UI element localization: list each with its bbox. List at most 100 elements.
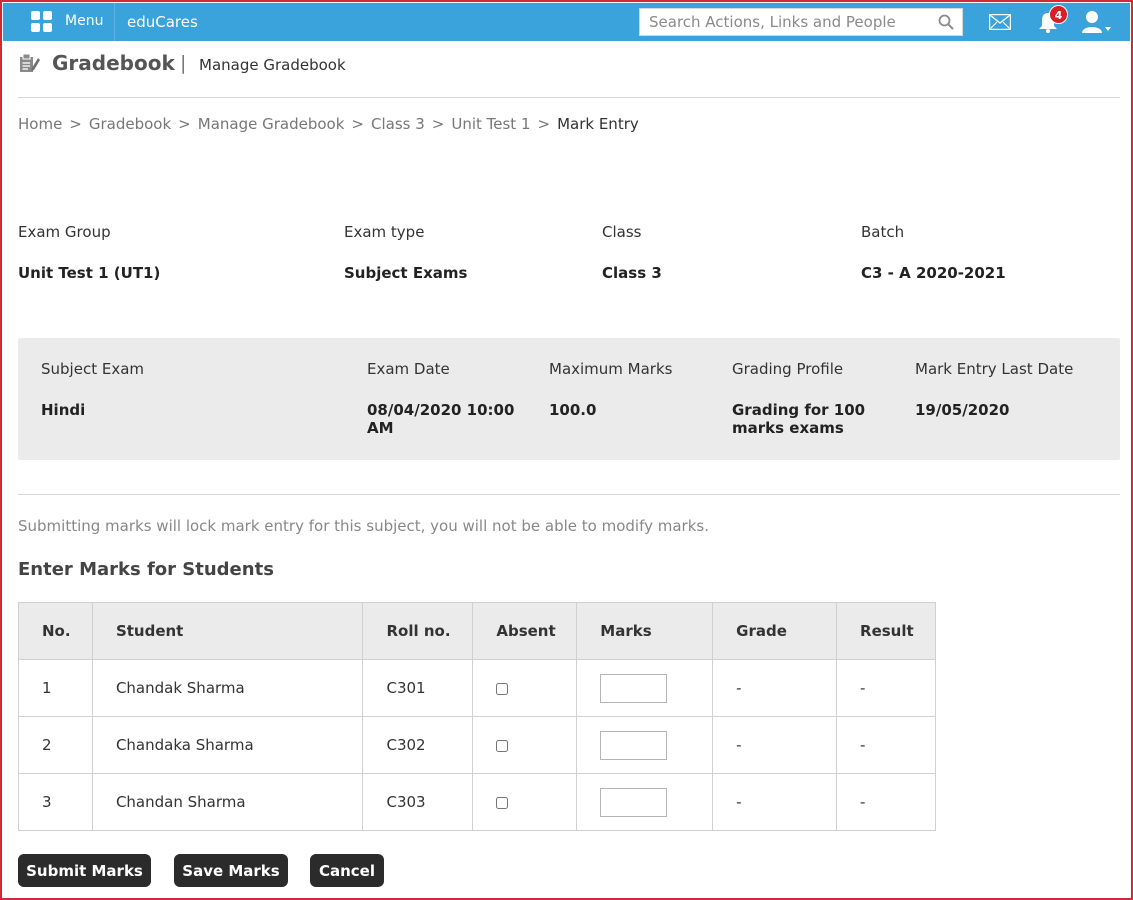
breadcrumb-separator: > bbox=[178, 115, 191, 133]
exam-date-value: 08/04/2020 10:00 AM bbox=[367, 401, 515, 437]
marks-input[interactable] bbox=[600, 730, 668, 760]
search-box bbox=[639, 8, 963, 36]
table-row: 2 Chandaka Sharma C302 - - bbox=[18, 716, 936, 774]
batch-label: Batch bbox=[861, 223, 905, 241]
divider bbox=[18, 494, 1120, 495]
breadcrumb-separator: > bbox=[351, 115, 364, 133]
breadcrumb-home[interactable]: Home bbox=[18, 115, 62, 133]
table-row: 3 Chandan Sharma C303 - - bbox=[18, 773, 936, 831]
marks-input[interactable] bbox=[600, 787, 668, 817]
marks-cell bbox=[576, 659, 714, 717]
subject-exam-panel: Subject Exam Hindi Exam Date 08/04/2020 … bbox=[18, 338, 1120, 460]
row-number: 3 bbox=[18, 773, 93, 831]
marks-cell bbox=[576, 716, 714, 774]
absent-cell bbox=[472, 659, 578, 717]
breadcrumb-unit-test[interactable]: Unit Test 1 bbox=[451, 115, 530, 133]
grade-value: - bbox=[712, 773, 838, 831]
max-marks-info: Maximum Marks 100.0 bbox=[549, 360, 719, 419]
class-label: Class bbox=[602, 223, 642, 241]
header-marks: Marks bbox=[576, 602, 714, 660]
section-title: Enter Marks for Students bbox=[18, 559, 274, 580]
menu-label: Menu bbox=[65, 13, 104, 29]
top-navigation-bar: Menu eduCares 4 bbox=[3, 3, 1130, 41]
header-absent: Absent bbox=[472, 602, 578, 660]
submit-marks-button[interactable]: Submit Marks bbox=[18, 854, 151, 887]
result-value: - bbox=[836, 716, 936, 774]
cancel-button[interactable]: Cancel bbox=[310, 854, 384, 887]
user-icon[interactable] bbox=[1080, 10, 1112, 34]
row-number: 2 bbox=[18, 716, 93, 774]
header-student: Student bbox=[91, 602, 364, 660]
header-grade: Grade bbox=[712, 602, 838, 660]
exam-date-label: Exam Date bbox=[367, 360, 450, 378]
roll-number: C301 bbox=[362, 659, 474, 717]
exam-group-value: Unit Test 1 (UT1) bbox=[18, 264, 161, 282]
marks-cell bbox=[576, 773, 714, 831]
page-header: Gradebook | Manage Gradebook bbox=[18, 50, 1118, 78]
brand-link[interactable]: eduCares bbox=[127, 13, 198, 31]
class-value: Class 3 bbox=[602, 264, 662, 282]
subject-exam-info: Subject Exam Hindi bbox=[41, 360, 341, 419]
search-icon[interactable] bbox=[938, 14, 954, 30]
breadcrumb-current: Mark Entry bbox=[557, 115, 639, 133]
last-date-label: Mark Entry Last Date bbox=[915, 360, 1074, 378]
absent-checkbox[interactable] bbox=[496, 796, 509, 809]
absent-cell bbox=[472, 773, 578, 831]
exam-group-info: Exam Group Unit Test 1 (UT1) bbox=[18, 223, 160, 282]
marks-table: No. Student Roll no. Absent Marks Grade … bbox=[18, 602, 936, 831]
page-subtitle: Manage Gradebook bbox=[199, 56, 346, 74]
grade-value: - bbox=[712, 659, 838, 717]
student-name: Chandak Sharma bbox=[91, 659, 364, 717]
menu-button[interactable]: Menu bbox=[3, 3, 115, 41]
batch-info: Batch C3 - A 2020-2021 bbox=[861, 223, 1006, 282]
result-value: - bbox=[836, 773, 936, 831]
last-date-info: Mark Entry Last Date 19/05/2020 bbox=[915, 360, 1115, 419]
table-header-row: No. Student Roll no. Absent Marks Grade … bbox=[18, 602, 936, 660]
notification-badge: 4 bbox=[1049, 5, 1068, 24]
breadcrumb-class[interactable]: Class 3 bbox=[371, 115, 425, 133]
header-roll: Roll no. bbox=[362, 602, 474, 660]
exam-type-value: Subject Exams bbox=[344, 264, 468, 282]
page-title: Gradebook bbox=[52, 51, 175, 75]
row-number: 1 bbox=[18, 659, 93, 717]
header-result: Result bbox=[836, 602, 936, 660]
student-name: Chandan Sharma bbox=[91, 773, 364, 831]
result-value: - bbox=[836, 659, 936, 717]
max-marks-label: Maximum Marks bbox=[549, 360, 673, 378]
breadcrumb-gradebook[interactable]: Gradebook bbox=[89, 115, 171, 133]
grade-value: - bbox=[712, 716, 838, 774]
save-marks-button[interactable]: Save Marks bbox=[174, 854, 288, 887]
subject-exam-value: Hindi bbox=[41, 401, 86, 419]
exam-group-label: Exam Group bbox=[18, 223, 111, 241]
breadcrumb-separator: > bbox=[537, 115, 551, 133]
breadcrumb-separator: > bbox=[431, 115, 445, 133]
absent-cell bbox=[472, 716, 578, 774]
submit-warning-text: Submitting marks will lock mark entry fo… bbox=[18, 517, 709, 535]
divider bbox=[18, 97, 1120, 98]
exam-type-label: Exam type bbox=[344, 223, 425, 241]
grid-icon bbox=[31, 11, 53, 33]
max-marks-value: 100.0 bbox=[549, 401, 597, 419]
breadcrumb: Home > Gradebook > Manage Gradebook > Cl… bbox=[18, 115, 639, 133]
marks-input[interactable] bbox=[600, 673, 668, 703]
gradebook-icon bbox=[20, 53, 40, 72]
title-separator: | bbox=[180, 52, 187, 74]
mail-icon[interactable] bbox=[989, 14, 1011, 30]
class-info: Class Class 3 bbox=[602, 223, 662, 282]
absent-checkbox[interactable] bbox=[496, 739, 509, 752]
breadcrumb-manage-gradebook[interactable]: Manage Gradebook bbox=[198, 115, 345, 133]
last-date-value: 19/05/2020 bbox=[915, 401, 1010, 419]
grading-profile-label: Grading Profile bbox=[732, 360, 844, 378]
batch-value: C3 - A 2020-2021 bbox=[861, 264, 1006, 282]
search-input[interactable] bbox=[640, 9, 930, 35]
absent-checkbox[interactable] bbox=[496, 682, 509, 695]
exam-type-info: Exam type Subject Exams bbox=[344, 223, 467, 282]
roll-number: C303 bbox=[362, 773, 474, 831]
exam-date-info: Exam Date 08/04/2020 10:00 AM bbox=[367, 360, 537, 437]
subject-exam-label: Subject Exam bbox=[41, 360, 145, 378]
breadcrumb-separator: > bbox=[69, 115, 82, 133]
roll-number: C302 bbox=[362, 716, 474, 774]
grading-profile-info: Grading Profile Grading for 100 marks ex… bbox=[732, 360, 882, 437]
header-no: No. bbox=[18, 602, 93, 660]
student-name: Chandaka Sharma bbox=[91, 716, 364, 774]
